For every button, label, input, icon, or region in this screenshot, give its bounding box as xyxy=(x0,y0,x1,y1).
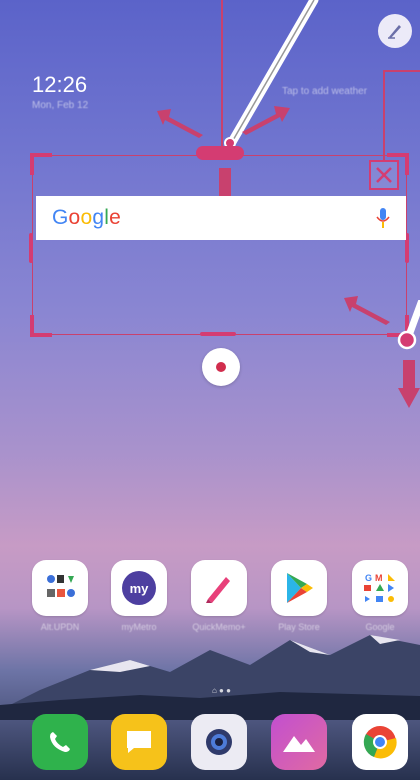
dock-chrome-button[interactable] xyxy=(352,714,408,770)
frame-corner-bl xyxy=(30,315,52,337)
google-logo: Google xyxy=(52,206,121,229)
pencil-icon xyxy=(191,560,247,616)
google-folder-icon: GM xyxy=(352,560,408,616)
callout-line-right-vert xyxy=(383,70,385,162)
svg-text:my: my xyxy=(130,581,150,596)
app-label: myMetro xyxy=(121,622,157,632)
frame-corner-tl xyxy=(30,153,52,175)
resize-arrow-down-right-icon xyxy=(398,360,420,408)
svg-text:M: M xyxy=(375,573,383,583)
record-dot-icon xyxy=(216,362,226,372)
dock xyxy=(0,700,420,780)
play-store-icon xyxy=(271,560,327,616)
app-quickmemo[interactable]: QuickMemo+ xyxy=(191,560,247,632)
app-label: Play Store xyxy=(278,622,320,632)
resize-arrow-upright-icon xyxy=(242,106,290,135)
resize-handle-top[interactable] xyxy=(196,146,244,160)
app-google-folder[interactable]: GM Google xyxy=(352,560,408,632)
home-screen: 12:26 Mon, Feb 12 Tap to add weather Goo… xyxy=(0,0,420,780)
svg-text:G: G xyxy=(365,573,372,583)
app-label: QuickMemo+ xyxy=(192,622,246,632)
my-icon: my xyxy=(111,560,167,616)
stylus-right-illustration xyxy=(397,300,420,350)
resize-handle-left[interactable] xyxy=(29,233,33,263)
app-play-store[interactable]: Play Store xyxy=(271,560,327,632)
weather-prompt[interactable]: Tap to add weather xyxy=(282,86,367,97)
chrome-icon xyxy=(363,726,397,759)
page-indicator: ⌂ ● ● xyxy=(212,686,231,695)
app-label: Google xyxy=(365,622,395,632)
folder-icon xyxy=(32,560,88,616)
close-icon xyxy=(376,167,392,183)
app-alt-updn[interactable]: Alt.UPDN xyxy=(32,560,88,632)
callout-line-right xyxy=(383,70,420,72)
callout-line-top xyxy=(221,0,223,150)
resize-handle-bottom[interactable] xyxy=(200,332,236,336)
app-mymetro[interactable]: my myMetro xyxy=(111,560,167,632)
dock-phone-button[interactable] xyxy=(32,714,88,770)
remove-widget-button[interactable] xyxy=(369,160,399,190)
pen-fab-button[interactable] xyxy=(378,14,412,48)
resize-arrow-diagonal-icon xyxy=(344,296,390,325)
dock-messages-button[interactable] xyxy=(111,714,167,770)
app-label: Alt.UPDN xyxy=(40,622,80,632)
messages-icon xyxy=(127,731,151,753)
pen-icon xyxy=(388,25,401,39)
voice-search-button[interactable] xyxy=(376,207,390,229)
clock-date: Mon, Feb 12 xyxy=(32,100,89,111)
gallery-icon xyxy=(283,736,315,752)
dock-gallery-button[interactable] xyxy=(271,714,327,770)
camera-icon xyxy=(206,729,232,755)
google-search-widget[interactable]: Google xyxy=(36,196,406,240)
phone-icon xyxy=(50,732,70,752)
resize-arrow-upleft-icon xyxy=(157,109,203,138)
clock-time: 12:26 xyxy=(32,72,88,97)
dock-camera-button[interactable] xyxy=(191,714,247,770)
microphone-icon xyxy=(376,208,390,228)
record-button[interactable] xyxy=(202,348,240,386)
